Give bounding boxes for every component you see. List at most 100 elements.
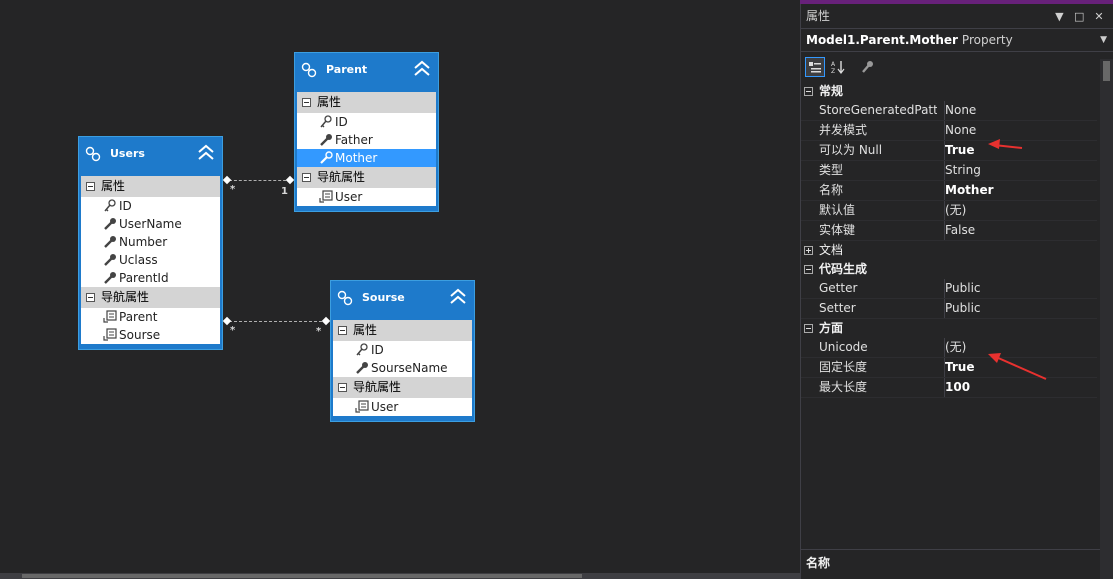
properties-list: ID SourseName [333,341,472,377]
association-end-users [222,175,232,185]
entity-title: Sourse [362,291,405,304]
property-row[interactable]: 并发模式 None [801,121,1097,141]
properties-list: ID UserName Number Uclass ParentId [81,197,220,287]
property-row[interactable]: Unicode (无) [801,338,1097,358]
navigation-list: User [333,398,472,416]
scrollbar-thumb[interactable] [22,574,582,578]
property-item-parentid[interactable]: ParentId [81,269,220,287]
navigation-item-user[interactable]: User [333,398,472,416]
entity-header[interactable]: Parent [295,53,438,89]
collapse-minus-icon[interactable] [804,265,813,274]
association-users-parent[interactable] [229,180,291,181]
collapse-minus-icon[interactable] [338,383,347,392]
vertical-scrollbar[interactable] [1100,59,1113,579]
navigation-section-header[interactable]: 导航属性 [333,377,472,398]
property-item-mother[interactable]: Mother [297,149,436,167]
properties-toolbar: AZ [801,52,1113,82]
collapse-minus-icon[interactable] [302,173,311,182]
property-item-number[interactable]: Number [81,233,220,251]
category-code-generation[interactable]: 代码生成 [801,260,1097,279]
close-icon[interactable]: ✕ [1091,5,1107,29]
property-row[interactable]: Getter Public [801,279,1097,299]
association-end-parent [285,175,295,185]
collapse-minus-icon[interactable] [86,293,95,302]
property-item-father[interactable]: Father [297,131,436,149]
navigation-list: User [297,188,436,206]
svg-text:Z: Z [831,68,835,74]
wrench-icon [320,134,332,146]
navigation-section-header[interactable]: 导航属性 [81,287,220,308]
property-item-soursename[interactable]: SourseName [333,359,472,377]
category-facets[interactable]: 方面 [801,319,1097,338]
navigation-item-sourse[interactable]: Sourse [81,326,220,344]
entity-users[interactable]: Users 属性 ID UserName Number Uclass Paren… [78,136,223,350]
chevron-down-icon[interactable]: ▼ [1100,29,1107,51]
wrench-icon [320,151,333,164]
collapse-minus-icon[interactable] [302,98,311,107]
horizontal-scrollbar[interactable] [0,573,800,579]
property-grid: 常规 StoreGeneratedPatternNone 并发模式None 可以… [801,82,1097,398]
description-title: 名称 [806,556,831,570]
collapse-icon[interactable] [448,287,468,307]
categorized-view-button[interactable] [805,57,825,77]
properties-section-header[interactable]: 属性 [333,320,472,341]
category-documentation[interactable]: 文档 [801,241,1097,260]
property-row[interactable]: 实体键 False [801,221,1097,241]
wrench-icon [862,61,873,73]
property-pages-button[interactable] [857,57,877,77]
property-row[interactable]: StoreGeneratedPatternNone [801,101,1097,121]
wrench-icon [356,362,368,374]
navigation-property-icon [319,190,333,203]
annotation-arrow-icon [988,139,1023,149]
multiplicity-users-sourse-left: * [230,325,236,336]
property-item-uclass[interactable]: Uclass [81,251,220,269]
key-icon [356,343,368,356]
navigation-property-icon [103,310,117,323]
alphabetical-view-button[interactable]: AZ [828,57,848,77]
collapse-minus-icon[interactable] [804,324,813,333]
property-item-id[interactable]: ID [81,197,220,215]
property-row[interactable]: Setter Public [801,299,1097,319]
entity-icon [337,290,353,306]
collapse-icon[interactable] [412,59,432,79]
multiplicity-users-parent-left: * [230,184,236,195]
properties-section-header[interactable]: 属性 [297,92,436,113]
property-item-username[interactable]: UserName [81,215,220,233]
property-row[interactable]: 类型 String [801,161,1097,181]
entity-icon [85,146,101,162]
property-item-id[interactable]: ID [333,341,472,359]
association-users-sourse[interactable] [229,321,327,322]
navigation-property-icon [355,400,369,413]
entity-title: Users [110,147,145,160]
navigation-item-user[interactable]: User [297,188,436,206]
property-item-id[interactable]: ID [297,113,436,131]
wrench-icon [104,218,116,230]
properties-section-header[interactable]: 属性 [81,176,220,197]
collapse-minus-icon[interactable] [338,326,347,335]
entity-header[interactable]: Users [79,137,222,173]
panel-title: 属性 [806,9,831,23]
object-selector[interactable]: Model1.Parent.Mother Property ▼ [801,28,1113,52]
annotation-arrow-icon [988,353,1047,380]
panel-dropdown-icon[interactable]: ▼ [1051,5,1067,29]
collapse-minus-icon[interactable] [804,87,813,96]
navigation-section-header[interactable]: 导航属性 [297,167,436,188]
entity-header[interactable]: Sourse [331,281,474,317]
multiplicity-users-parent-right: 1 [281,186,288,197]
collapse-minus-icon[interactable] [86,182,95,191]
scrollbar-thumb[interactable] [1103,61,1110,81]
svg-text:A: A [831,61,836,68]
entity-sourse[interactable]: Sourse 属性 ID SourseName 导航属性 User [330,280,475,422]
entity-parent[interactable]: Parent 属性 ID Father Mother 导航属性 User [294,52,439,212]
maximize-icon[interactable]: □ [1071,5,1087,29]
property-row[interactable]: 默认值 (无) [801,201,1097,221]
property-row-fixed-length[interactable]: 固定长度 True [801,358,1097,378]
property-row[interactable]: 名称 Mother [801,181,1097,201]
expand-plus-icon[interactable] [804,246,813,255]
category-general[interactable]: 常规 [801,82,1097,101]
collapse-icon[interactable] [196,143,216,163]
entity-designer-canvas[interactable]: * 1 * * Parent 属性 ID Father Mother 导航属性 … [0,0,800,579]
property-row-nullable[interactable]: 可以为 Null True [801,141,1097,161]
navigation-item-parent[interactable]: Parent [81,308,220,326]
property-row[interactable]: 最大长度 100 [801,378,1097,398]
